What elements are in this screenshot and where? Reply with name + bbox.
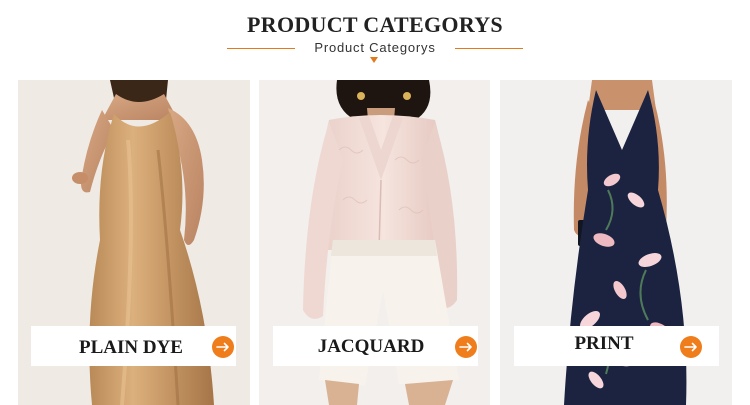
category-label-box[interactable]: PLAIN DYE bbox=[31, 326, 236, 366]
arrow-right-icon[interactable] bbox=[212, 336, 234, 358]
caret-down-icon bbox=[370, 57, 378, 63]
category-card-plain-dye[interactable]: PLAIN DYE bbox=[18, 80, 250, 405]
category-card-jacquard[interactable]: JACQUARD bbox=[259, 80, 490, 405]
section-header: PRODUCT CATEGORYS Product Categorys bbox=[0, 0, 750, 70]
section-subtitle-row: Product Categorys bbox=[0, 40, 750, 58]
category-label-box[interactable]: JACQUARD bbox=[273, 326, 478, 366]
category-label-box[interactable]: PRINT bbox=[514, 326, 719, 366]
divider-line-left bbox=[227, 48, 295, 49]
category-label[interactable]: PLAIN DYE bbox=[51, 337, 211, 359]
category-card-print[interactable]: PRINT bbox=[500, 80, 732, 405]
category-label[interactable]: PRINT bbox=[544, 333, 664, 355]
category-label[interactable]: JACQUARD bbox=[291, 336, 451, 358]
divider-line-right bbox=[455, 48, 523, 49]
section-subtitle: Product Categorys bbox=[314, 40, 436, 55]
arrow-right-icon[interactable] bbox=[455, 336, 477, 358]
arrow-right-icon[interactable] bbox=[680, 336, 702, 358]
section-title: PRODUCT CATEGORYS bbox=[247, 12, 503, 37]
